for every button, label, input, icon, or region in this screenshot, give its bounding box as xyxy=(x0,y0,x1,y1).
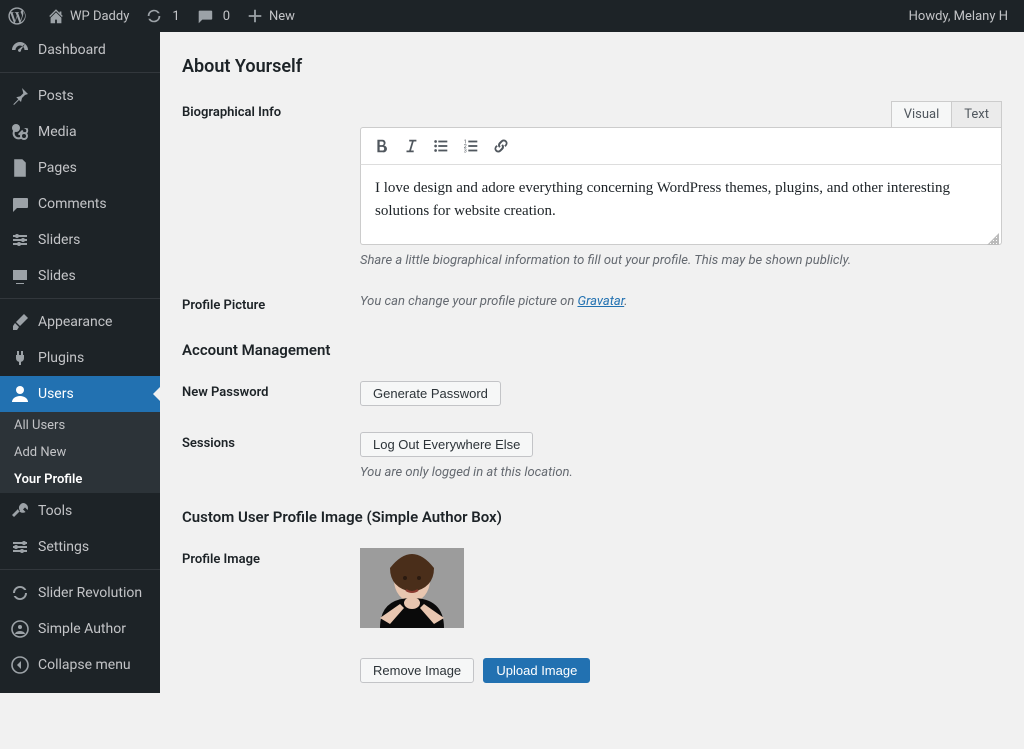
new-label: New xyxy=(269,9,295,24)
submenu-all-users[interactable]: All Users xyxy=(0,412,160,439)
plus-icon xyxy=(246,7,264,25)
menu-comments-label: Comments xyxy=(38,196,107,212)
settings-icon xyxy=(10,537,30,557)
profile-image-thumbnail xyxy=(360,548,464,628)
menu-dashboard-label: Dashboard xyxy=(38,42,106,58)
page-icon xyxy=(10,158,30,178)
resize-grip-icon[interactable] xyxy=(987,230,999,242)
menu-dashboard[interactable]: Dashboard xyxy=(0,32,160,68)
editor-toolbar: 123 xyxy=(360,127,1002,165)
menu-slides[interactable]: Slides xyxy=(0,258,160,294)
updates-link[interactable]: 1 xyxy=(137,0,187,32)
bullet-list-button[interactable] xyxy=(427,132,455,160)
menu-separator xyxy=(0,68,160,73)
menu-posts-label: Posts xyxy=(38,88,74,104)
bold-button[interactable] xyxy=(367,132,395,160)
howdy-link[interactable]: Howdy, Melany H xyxy=(901,0,1016,32)
italic-button[interactable] xyxy=(397,132,425,160)
users-submenu: All Users Add New Your Profile xyxy=(0,412,160,493)
brush-icon xyxy=(10,312,30,332)
menu-sliders-label: Sliders xyxy=(38,232,80,248)
menu-comments[interactable]: Comments xyxy=(0,186,160,222)
bio-help-text: Share a little biographical information … xyxy=(360,253,1002,268)
profile-picture-label: Profile Picture xyxy=(182,294,360,313)
menu-simple-author[interactable]: Simple Author xyxy=(0,611,160,647)
revolution-icon xyxy=(10,583,30,603)
custom-profile-image-heading: Custom User Profile Image (Simple Author… xyxy=(182,508,1002,526)
site-name-text: WP Daddy xyxy=(70,9,129,24)
comments-count: 0 xyxy=(223,9,230,24)
profile-picture-help-text: You can change your profile picture on xyxy=(360,294,577,309)
bio-label: Biographical Info xyxy=(182,101,360,120)
profile-image-label: Profile Image xyxy=(182,548,360,567)
menu-plugins-label: Plugins xyxy=(38,350,84,366)
remove-image-button[interactable]: Remove Image xyxy=(360,658,474,683)
menu-tools[interactable]: Tools xyxy=(0,493,160,529)
menu-settings[interactable]: Settings xyxy=(0,529,160,565)
menu-media[interactable]: Media xyxy=(0,114,160,150)
new-link[interactable]: New xyxy=(238,0,303,32)
wrench-icon xyxy=(10,501,30,521)
howdy-text: Howdy, Melany H xyxy=(909,9,1008,24)
menu-media-label: Media xyxy=(38,124,77,140)
svg-text:3: 3 xyxy=(464,148,467,154)
submenu-add-new[interactable]: Add New xyxy=(0,439,160,466)
new-password-label: New Password xyxy=(182,381,360,400)
number-list-button[interactable]: 123 xyxy=(457,132,485,160)
text-tab[interactable]: Text xyxy=(951,101,1002,127)
comment-icon xyxy=(196,7,214,25)
menu-users-label: Users xyxy=(38,386,74,402)
menu-plugins[interactable]: Plugins xyxy=(0,340,160,376)
upload-image-button[interactable]: Upload Image xyxy=(483,658,590,683)
menu-simple-author-label: Simple Author xyxy=(38,621,126,637)
plug-icon xyxy=(10,348,30,368)
sliders-icon xyxy=(10,230,30,250)
menu-collapse[interactable]: Collapse menu xyxy=(0,647,160,683)
menu-slides-label: Slides xyxy=(38,268,76,284)
menu-separator xyxy=(0,294,160,299)
menu-appearance[interactable]: Appearance xyxy=(0,304,160,340)
menu-settings-label: Settings xyxy=(38,539,89,555)
menu-separator xyxy=(0,565,160,570)
submenu-your-profile[interactable]: Your Profile xyxy=(0,466,160,493)
slides-icon xyxy=(10,266,30,286)
menu-tools-label: Tools xyxy=(38,503,72,519)
pin-icon xyxy=(10,86,30,106)
menu-appearance-label: Appearance xyxy=(38,314,112,330)
sessions-label: Sessions xyxy=(182,432,360,451)
comments-link[interactable]: 0 xyxy=(188,0,238,32)
media-icon xyxy=(10,122,30,142)
updates-count: 1 xyxy=(172,9,179,24)
menu-posts[interactable]: Posts xyxy=(0,78,160,114)
home-icon xyxy=(47,7,65,25)
simple-author-icon xyxy=(10,619,30,639)
menu-slider-revolution[interactable]: Slider Revolution xyxy=(0,575,160,611)
collapse-icon xyxy=(10,655,30,675)
menu-pages-label: Pages xyxy=(38,160,77,176)
account-management-heading: Account Management xyxy=(182,341,1002,359)
gravatar-link[interactable]: Gravatar xyxy=(577,294,624,309)
link-button[interactable] xyxy=(487,132,515,160)
log-out-everywhere-button[interactable]: Log Out Everywhere Else xyxy=(360,432,533,457)
about-yourself-heading: About Yourself xyxy=(182,56,1002,77)
dashboard-icon xyxy=(10,40,30,60)
wordpress-logo[interactable] xyxy=(0,0,39,32)
menu-sliders[interactable]: Sliders xyxy=(0,222,160,258)
site-name-link[interactable]: WP Daddy xyxy=(39,0,137,32)
generate-password-button[interactable]: Generate Password xyxy=(360,381,501,406)
comment-icon xyxy=(10,194,30,214)
user-icon xyxy=(10,384,30,404)
menu-pages[interactable]: Pages xyxy=(0,150,160,186)
menu-collapse-label: Collapse menu xyxy=(38,657,131,673)
refresh-icon xyxy=(145,7,163,25)
visual-tab[interactable]: Visual xyxy=(891,101,953,127)
sessions-help-text: You are only logged in at this location. xyxy=(360,465,1002,480)
menu-users[interactable]: Users xyxy=(0,376,160,412)
bio-editor[interactable]: I love design and adore everything conce… xyxy=(360,165,1002,245)
menu-slider-revolution-label: Slider Revolution xyxy=(38,585,142,601)
wordpress-icon xyxy=(8,7,26,25)
